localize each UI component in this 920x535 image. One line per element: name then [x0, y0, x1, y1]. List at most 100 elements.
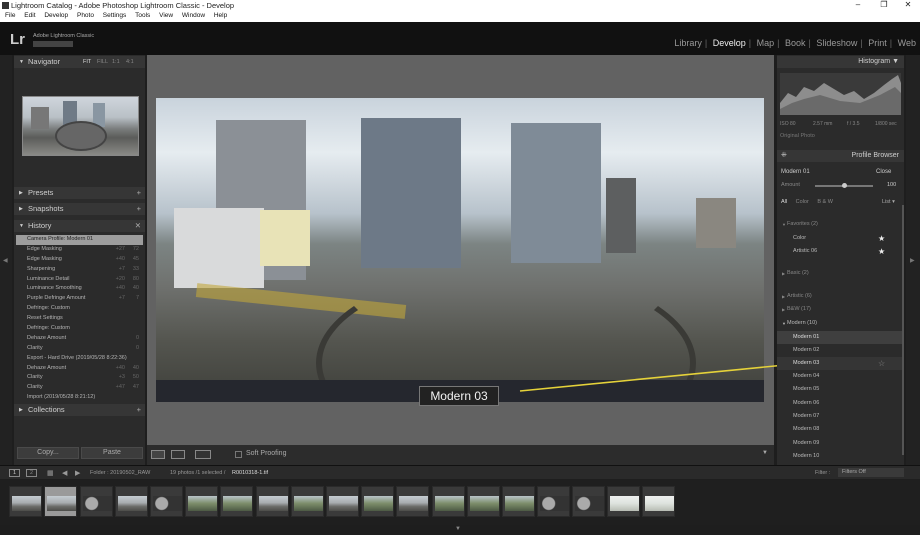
main-photo[interactable]: [156, 98, 764, 402]
filmstrip-thumb[interactable]: [361, 486, 394, 517]
history-item[interactable]: Dehaze Amount 0: [16, 334, 143, 344]
profile-item[interactable]: Modern 09: [777, 437, 904, 450]
profile-item[interactable]: Modern 07: [777, 410, 904, 423]
history-item[interactable]: Export - Hard Drive (2019/05/28 8:22:36): [16, 354, 143, 364]
history-item[interactable]: Clarity 0: [16, 344, 143, 354]
favorites-group[interactable]: ▼ Favorites (2): [777, 218, 904, 231]
close-window-icon[interactable]: ✕: [898, 0, 918, 9]
module-print[interactable]: Print: [868, 38, 887, 48]
history-item[interactable]: Clarity +47 47: [16, 383, 143, 393]
filmstrip-thumb[interactable]: [220, 486, 253, 517]
filmstrip-thumb[interactable]: [291, 486, 324, 517]
star-icon[interactable]: ★: [878, 245, 885, 258]
plus-icon[interactable]: +: [137, 203, 141, 215]
snapshots-header[interactable]: ▶ Snapshots +: [14, 203, 145, 215]
filter-color-tab[interactable]: Color: [796, 199, 809, 205]
chevron-down-icon[interactable]: ▼: [455, 526, 461, 532]
history-header[interactable]: ▼ History ✕: [14, 220, 145, 232]
profile-item[interactable]: Color ★: [777, 232, 904, 245]
filmstrip-thumb[interactable]: [185, 486, 218, 517]
filmstrip-thumb[interactable]: [467, 486, 500, 517]
history-item[interactable]: Sharpening +7 33: [16, 265, 143, 275]
close-profile-browser-button[interactable]: Close: [876, 169, 891, 175]
history-item[interactable]: Luminance Smoothing +40 40: [16, 284, 143, 294]
selected-file-name[interactable]: R0010318-1.tif: [232, 470, 268, 476]
history-item[interactable]: Edge Masking +27 72: [16, 245, 143, 255]
filmstrip-thumb[interactable]: [502, 486, 535, 517]
menu-photo[interactable]: Photo: [77, 12, 94, 19]
grid-icon[interactable]: ▦: [47, 469, 54, 477]
plus-icon[interactable]: +: [137, 187, 141, 199]
loupe-view-icon[interactable]: [151, 450, 165, 459]
left-panel-toggle[interactable]: ◀: [0, 55, 12, 465]
menu-file[interactable]: File: [5, 12, 15, 19]
menu-tools[interactable]: Tools: [135, 12, 150, 19]
history-item[interactable]: Purple Defringe Amount +7 7: [16, 294, 143, 304]
amount-value[interactable]: 100: [887, 182, 896, 188]
basic-group[interactable]: ▶ Basic (2): [777, 267, 904, 280]
filmstrip-thumb[interactable]: [115, 486, 148, 517]
image-canvas[interactable]: Modern 03: [147, 55, 774, 445]
history-item[interactable]: Dehaze Amount +40 40: [16, 364, 143, 374]
filmstrip-thumb[interactable]: [396, 486, 429, 517]
artistic-group[interactable]: ▶ Artistic (6): [777, 290, 904, 303]
presets-header[interactable]: ▶ Presets +: [14, 187, 145, 199]
maximize-icon[interactable]: ❐: [874, 0, 894, 9]
profile-item[interactable]: Modern 05: [777, 383, 904, 396]
menu-window[interactable]: Window: [182, 12, 205, 19]
profile-item[interactable]: Modern 10: [777, 450, 904, 463]
profile-item[interactable]: Artistic 06 ★: [777, 245, 904, 258]
forward-arrow-icon[interactable]: ▶: [75, 469, 80, 477]
star-outline-icon[interactable]: ☆: [878, 357, 885, 370]
chevron-down-icon[interactable]: ▼: [762, 450, 768, 456]
module-web[interactable]: Web: [898, 38, 916, 48]
module-book[interactable]: Book: [785, 38, 806, 48]
page-1-button[interactable]: 1: [9, 469, 20, 477]
filmstrip-thumb[interactable]: [80, 486, 113, 517]
filmstrip-thumb[interactable]: [537, 486, 570, 517]
filmstrip-thumb[interactable]: [150, 486, 183, 517]
nav-fit-option[interactable]: FIT: [83, 59, 91, 65]
filmstrip-thumb-selected[interactable]: [44, 486, 77, 517]
menu-help[interactable]: Help: [214, 12, 227, 19]
page-2-button[interactable]: 2: [26, 469, 37, 477]
filmstrip-thumb[interactable]: [326, 486, 359, 517]
menu-edit[interactable]: Edit: [24, 12, 35, 19]
plus-icon[interactable]: +: [137, 404, 141, 416]
filmstrip-thumb[interactable]: [642, 486, 675, 517]
close-icon[interactable]: ✕: [135, 220, 141, 232]
module-slideshow[interactable]: Slideshow: [816, 38, 857, 48]
profile-item[interactable]: Modern 06: [777, 397, 904, 410]
history-item[interactable]: Defringe: Custom: [16, 304, 143, 314]
histogram-header[interactable]: Histogram ▼: [777, 56, 904, 68]
filmstrip-thumb[interactable]: [9, 486, 42, 517]
module-library[interactable]: Library: [674, 38, 702, 48]
paste-button[interactable]: Paste: [81, 447, 143, 459]
list-view-dropdown[interactable]: List ▾: [882, 199, 895, 205]
star-icon[interactable]: ★: [878, 232, 885, 245]
history-item[interactable]: Camera Profile: Modern 01: [16, 235, 143, 245]
module-map[interactable]: Map: [757, 38, 775, 48]
profile-list-scrollbar[interactable]: [902, 205, 904, 455]
before-after-icon[interactable]: [171, 450, 185, 459]
history-item[interactable]: Import (2019/05/28 8:21:12): [16, 393, 143, 403]
collections-header[interactable]: ▶ Collections +: [14, 404, 145, 416]
back-arrow-icon[interactable]: ◀: [62, 469, 67, 477]
profile-item[interactable]: Modern 04: [777, 370, 904, 383]
history-item[interactable]: Reset Settings: [16, 314, 143, 324]
filter-dropdown[interactable]: Filters Off: [838, 468, 904, 477]
menu-develop[interactable]: Develop: [44, 12, 68, 19]
compare-view-icon[interactable]: [195, 450, 211, 459]
profile-item-hovered[interactable]: Modern 03 ☆: [777, 357, 904, 370]
history-item[interactable]: Luminance Detail +20 80: [16, 275, 143, 285]
history-item[interactable]: Edge Masking +40 45: [16, 255, 143, 265]
modern-group[interactable]: ▼ Modern (10): [777, 317, 904, 330]
filmstrip-thumb[interactable]: [572, 486, 605, 517]
right-panel-toggle[interactable]: ▶: [906, 55, 920, 465]
history-item[interactable]: Clarity +3 50: [16, 373, 143, 383]
bw-group[interactable]: ▶ B&W (17): [777, 303, 904, 316]
menu-view[interactable]: View: [159, 12, 173, 19]
soft-proofing-checkbox[interactable]: [235, 451, 242, 458]
profile-item[interactable]: Modern 08: [777, 423, 904, 436]
nav-1to1-option[interactable]: 1:1: [112, 59, 120, 65]
